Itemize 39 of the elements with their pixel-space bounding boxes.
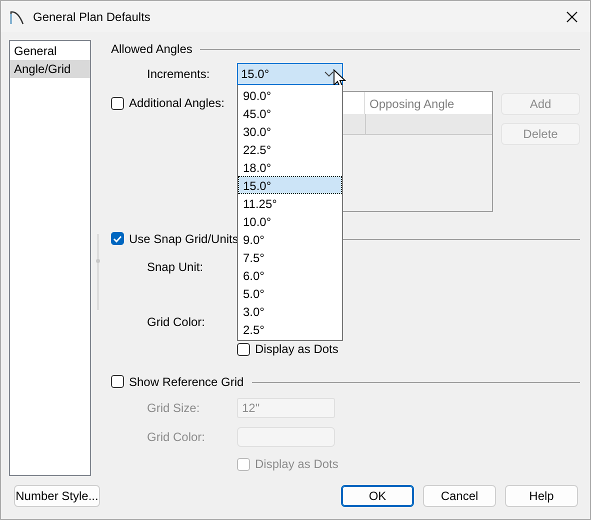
dropdown-option[interactable]: 6.0°: [238, 266, 342, 284]
dropdown-option[interactable]: 7.5°: [238, 248, 342, 266]
dropdown-option[interactable]: 22.5°: [238, 140, 342, 158]
dialog-button[interactable]: Cancel: [423, 485, 496, 507]
dropdown-option[interactable]: 18.0°: [238, 158, 342, 176]
checkbox-label: Display as Dots: [255, 457, 338, 471]
field-label: Grid Color:: [146, 430, 206, 444]
increments-dropdown[interactable]: 15.0°: [237, 63, 343, 85]
dropdown-option[interactable]: 3.0°: [238, 302, 342, 320]
checkbox-label: Display as Dots: [255, 342, 338, 356]
dropdown-option[interactable]: 45.0°: [238, 104, 342, 122]
dialog-button[interactable]: OK: [341, 485, 414, 507]
dropdown-option[interactable]: 2.5°: [238, 320, 342, 338]
dropdown-option[interactable]: 90.0°: [238, 86, 342, 104]
field-label: Increments:: [146, 67, 211, 81]
dropdown-option[interactable]: 10.0°: [238, 212, 342, 230]
section-title: Allowed Angles: [111, 42, 192, 56]
checkbox[interactable]: [111, 232, 124, 245]
number-style-button[interactable]: Number Style...: [14, 485, 100, 507]
category-item[interactable]: Angle/Grid: [10, 60, 90, 78]
checkbox[interactable]: [111, 96, 124, 110]
field-label: Snap Unit:: [146, 260, 204, 274]
arch-logo-icon: [9, 8, 25, 24]
window-title: General Plan Defaults: [33, 10, 152, 24]
dialog-button[interactable]: Help: [505, 485, 578, 507]
field-label: Grid Color:: [146, 315, 206, 329]
checkbox-label: Use Snap Grid/Units: [129, 232, 238, 246]
field-label: Grid Size:: [146, 401, 201, 415]
checkbox-label: Additional Angles:: [129, 96, 224, 110]
checkbox[interactable]: [237, 342, 250, 356]
dropdown-option[interactable]: 30.0°: [238, 122, 342, 140]
dropdown-option[interactable]: 15.0°: [238, 176, 342, 194]
close-icon[interactable]: [566, 10, 578, 22]
dropdown-option[interactable]: 5.0°: [238, 284, 342, 302]
checkbox-label: Show Reference Grid: [129, 374, 244, 388]
dropdown-option[interactable]: 9.0°: [238, 230, 342, 248]
dropdown-option[interactable]: 11.25°: [238, 194, 342, 212]
caret-icon: [324, 71, 334, 77]
category-item[interactable]: General: [10, 42, 90, 60]
